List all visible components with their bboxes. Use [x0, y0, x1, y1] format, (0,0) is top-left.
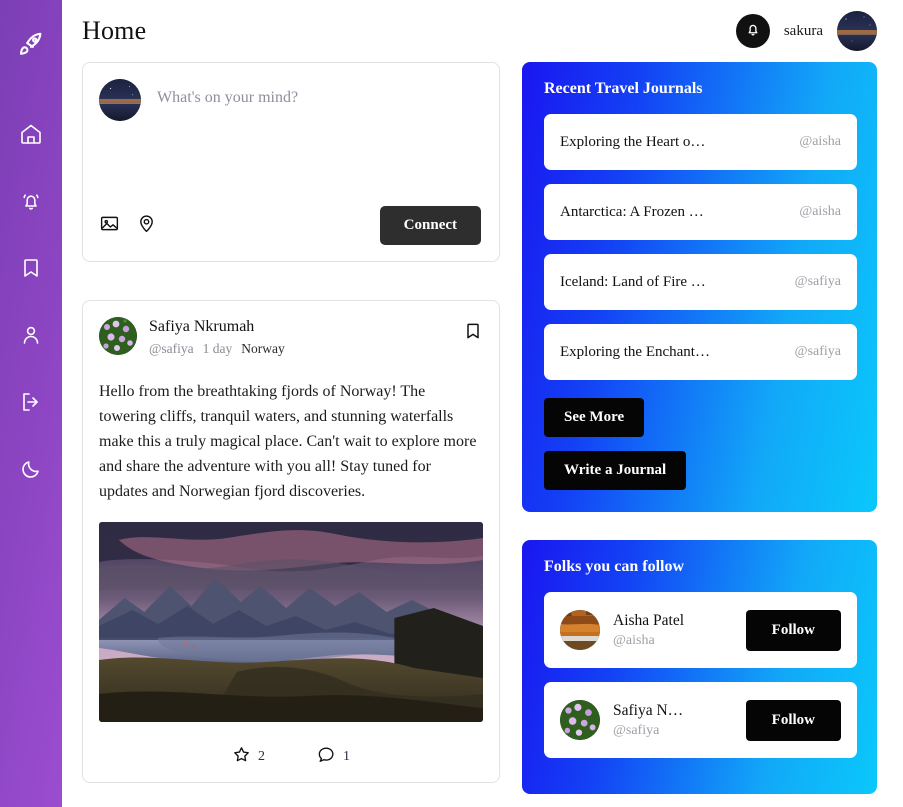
post-bookmark-button[interactable]	[463, 317, 483, 346]
follow-name: Aisha Patel	[613, 612, 685, 630]
notifications-button[interactable]	[735, 14, 770, 48]
bookmark-icon	[463, 323, 483, 345]
post-author-name: Safiya Nkrumah	[149, 318, 255, 335]
sidebar-item-notifications[interactable]	[11, 181, 51, 221]
journal-handle: @aisha	[799, 204, 841, 219]
bookmark-icon	[19, 256, 43, 280]
app-logo[interactable]	[16, 18, 46, 114]
comment-button[interactable]: 1	[317, 745, 350, 769]
main-area: Home sakura What's on your mind? Connect…	[62, 0, 903, 807]
star-icon	[232, 745, 251, 769]
journal-title: Exploring the Heart o…	[560, 133, 706, 150]
follow-panel-title: Folks you can follow	[544, 558, 685, 575]
person-icon	[19, 323, 43, 347]
flowers-avatar	[99, 317, 137, 355]
journal-title: Antarctica: A Frozen …	[560, 203, 704, 220]
follow-button[interactable]: Follow	[745, 699, 841, 741]
journal-list-item[interactable]: Exploring the Heart o… @aisha	[544, 114, 857, 170]
feed-column: What's on your mind? Connect Safiya Nkru…	[82, 62, 500, 783]
home-icon	[19, 122, 43, 146]
post-image[interactable]	[99, 521, 483, 722]
composer-tools	[99, 213, 157, 239]
follow-button[interactable]: Follow	[745, 609, 841, 651]
connect-button[interactable]: Connect	[379, 206, 481, 245]
post-identity: Safiya Nkrumah @safiya 1 day Norway	[149, 317, 451, 357]
journal-list-item[interactable]: Exploring the Enchant… @safiya	[544, 324, 857, 380]
post-footer: 2 1	[99, 732, 483, 782]
fjord-landscape-image	[99, 521, 483, 722]
sidebar-item-home[interactable]	[11, 114, 51, 154]
journals-actions: See More Write a Journal	[544, 394, 857, 490]
post-time: 1 day	[202, 340, 233, 356]
app-root: Home sakura What's on your mind? Connect…	[0, 0, 903, 807]
bell-icon	[744, 20, 762, 43]
post-handle: @safiya	[149, 340, 194, 356]
comment-icon	[317, 745, 336, 769]
composer-bottom: Connect	[99, 206, 481, 245]
follow-avatar[interactable]	[560, 610, 600, 650]
follow-list-item: Safiya N… @safiya Follow	[544, 682, 857, 758]
bell-icon	[19, 189, 43, 213]
post-meta: @safiya 1 day Norway	[149, 341, 451, 357]
username-label: sakura	[783, 22, 823, 39]
moon-icon	[19, 457, 43, 481]
rocket-icon	[16, 30, 46, 65]
journal-handle: @aisha	[799, 134, 841, 149]
sidebar-item-logout[interactable]	[11, 382, 51, 422]
journal-title: Iceland: Land of Fire …	[560, 273, 706, 290]
see-more-button[interactable]: See More	[544, 398, 645, 437]
journal-list-item[interactable]: Iceland: Land of Fire … @safiya	[544, 254, 857, 310]
post-author-avatar[interactable]	[99, 317, 137, 355]
logout-icon	[19, 390, 43, 414]
right-sidebar: Recent Travel Journals Exploring the Hea…	[522, 62, 877, 794]
add-location-button[interactable]	[136, 213, 157, 239]
journal-handle: @safiya	[794, 274, 841, 289]
image-icon	[99, 213, 120, 239]
post-header: Safiya Nkrumah @safiya 1 day Norway	[99, 317, 483, 357]
follow-name: Safiya N…	[613, 702, 684, 720]
canyon-avatar	[560, 610, 600, 650]
comment-count: 1	[343, 748, 350, 764]
journal-list-item[interactable]: Antarctica: A Frozen … @aisha	[544, 184, 857, 240]
recent-journals-title: Recent Travel Journals	[544, 80, 703, 97]
left-sidebar	[0, 0, 62, 807]
follow-list-item: Aisha Patel @aisha Follow	[544, 592, 857, 668]
follow-identity: Aisha Patel @aisha	[613, 611, 733, 648]
content-columns: What's on your mind? Connect Safiya Nkru…	[62, 62, 903, 794]
add-image-button[interactable]	[99, 213, 120, 239]
follow-handle: @safiya	[613, 722, 660, 738]
follow-identity: Safiya N… @safiya	[613, 701, 733, 738]
follow-avatar[interactable]	[560, 700, 600, 740]
composer-avatar	[99, 79, 141, 121]
journal-title: Exploring the Enchant…	[560, 343, 710, 360]
post-location: Norway	[241, 340, 285, 356]
composer-top: What's on your mind?	[99, 79, 481, 121]
user-avatar	[837, 11, 877, 51]
page-title: Home	[82, 16, 147, 45]
follow-suggestions-panel: Folks you can follow Aisha Patel @aisha …	[522, 540, 877, 794]
composer-card: What's on your mind? Connect	[82, 62, 500, 262]
location-pin-icon	[136, 213, 157, 239]
composer-placeholder[interactable]: What's on your mind?	[157, 79, 298, 107]
top-bar-right: sakura	[735, 11, 877, 51]
follow-handle: @aisha	[613, 632, 655, 648]
post-card: Safiya Nkrumah @safiya 1 day Norway Hell…	[82, 300, 500, 783]
recent-journals-panel: Recent Travel Journals Exploring the Hea…	[522, 62, 877, 512]
write-journal-button[interactable]: Write a Journal	[544, 451, 687, 490]
star-reaction-button[interactable]: 2	[232, 745, 265, 769]
avatar[interactable]	[837, 11, 877, 51]
sidebar-item-bookmarks[interactable]	[11, 248, 51, 288]
sidebar-item-profile[interactable]	[11, 315, 51, 355]
sidebar-item-dark-mode[interactable]	[11, 449, 51, 489]
flowers-avatar	[560, 700, 600, 740]
post-text: Hello from the breathtaking fjords of No…	[99, 382, 477, 500]
user-avatar	[99, 79, 141, 121]
journal-handle: @safiya	[794, 344, 841, 359]
star-count: 2	[258, 748, 265, 764]
top-bar: Home sakura	[62, 0, 903, 62]
